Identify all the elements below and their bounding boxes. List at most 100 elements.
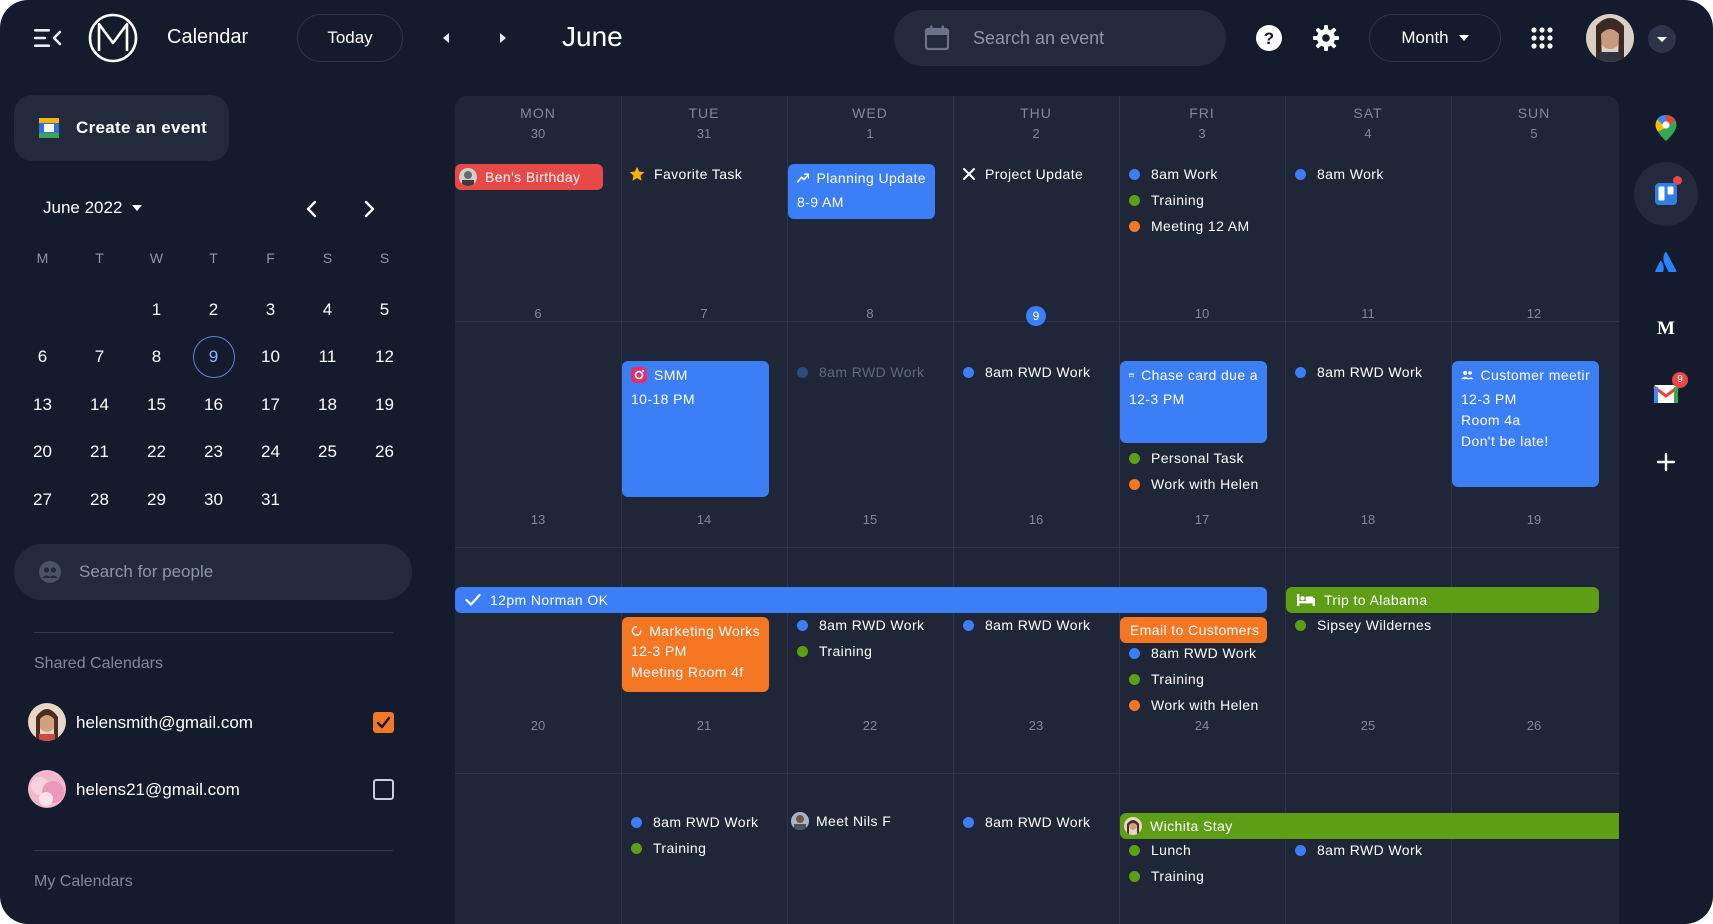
event-chip[interactable]: Wichita Stay	[1120, 813, 1619, 839]
event-item[interactable]: Training	[1129, 868, 1204, 884]
event-item[interactable]: 8am RWD Work	[963, 364, 1090, 380]
mini-calendar-day[interactable]: 29	[128, 476, 185, 524]
checkbox-checked[interactable]	[373, 712, 394, 733]
mini-calendar-day[interactable]: 31	[242, 476, 299, 524]
day-number[interactable]: 18	[1285, 512, 1451, 527]
day-number[interactable]: 9	[953, 306, 1119, 326]
previous-month-icon[interactable]	[437, 28, 455, 48]
mini-calendar-day[interactable]: 11	[299, 334, 356, 382]
day-number[interactable]: 19	[1451, 512, 1617, 527]
mini-calendar-day[interactable]: 22	[128, 429, 185, 477]
mini-calendar-day[interactable]: 24	[242, 429, 299, 477]
event-chip[interactable]: Trip to Alabama	[1286, 587, 1599, 613]
day-number[interactable]: 10	[1119, 306, 1285, 321]
day-number[interactable]: 17	[1119, 512, 1285, 527]
event-item[interactable]: 8am RWD Work	[963, 617, 1090, 633]
mini-calendar-prev-icon[interactable]	[302, 199, 322, 219]
day-number[interactable]: 24	[1119, 718, 1285, 733]
mini-calendar-day[interactable]: 17	[242, 381, 299, 429]
mini-calendar-day[interactable]: 28	[71, 476, 128, 524]
menu-collapse-icon[interactable]	[34, 26, 62, 50]
mini-calendar-day[interactable]: 15	[128, 381, 185, 429]
event-item[interactable]: 8am RWD Work	[631, 814, 758, 830]
day-number[interactable]: 2	[953, 126, 1119, 141]
event-item[interactable]: Meeting 12 AM	[1129, 218, 1250, 234]
people-search-input[interactable]: Search for people	[14, 544, 412, 600]
event-block[interactable]: SMM 10-18 PM	[622, 361, 769, 497]
event-search-input[interactable]: Search an event	[894, 10, 1226, 66]
mini-calendar-day[interactable]: 13	[14, 381, 71, 429]
day-number[interactable]: 8	[787, 306, 953, 321]
event-chip[interactable]: 12pm Norman OK	[455, 587, 1267, 613]
mini-calendar-day[interactable]: 14	[71, 381, 128, 429]
event-item[interactable]: 8am RWD Work	[797, 617, 924, 633]
mini-calendar-next-icon[interactable]	[359, 199, 379, 219]
day-number[interactable]: 14	[621, 512, 787, 527]
view-select[interactable]: Month	[1369, 14, 1501, 62]
day-number[interactable]: 3	[1119, 126, 1285, 141]
mini-calendar-day[interactable]: 7	[71, 334, 128, 382]
event-item[interactable]: Work with Helen	[1129, 476, 1259, 492]
event-item[interactable]: 8am Work	[1129, 166, 1218, 182]
next-month-icon[interactable]	[494, 28, 512, 48]
mini-calendar-day[interactable]: 20	[14, 429, 71, 477]
atlassian-app-button[interactable]	[1638, 234, 1694, 290]
mini-calendar-day[interactable]: 19	[356, 381, 413, 429]
mini-calendar-day[interactable]: 30	[185, 476, 242, 524]
event-block[interactable]: Chase card due a 12-3 PM	[1120, 361, 1267, 443]
account-menu-button[interactable]	[1648, 25, 1676, 53]
mini-calendar-day[interactable]: 1	[128, 286, 185, 334]
checkbox-unchecked[interactable]	[373, 779, 394, 800]
event-item[interactable]: 8am RWD Work	[1295, 842, 1422, 858]
mini-calendar-day[interactable]: 3	[242, 286, 299, 334]
mini-calendar-day[interactable]: 6	[14, 334, 71, 382]
day-number[interactable]: 31	[621, 126, 787, 141]
trello-app-button[interactable]	[1634, 162, 1698, 226]
user-avatar[interactable]	[1586, 14, 1634, 62]
day-number[interactable]: 7	[621, 306, 787, 321]
mini-calendar-day[interactable]: 18	[299, 381, 356, 429]
today-button[interactable]: Today	[297, 14, 403, 62]
shared-calendar-row[interactable]: helensmith@gmail.com	[28, 703, 398, 743]
event-item[interactable]: Training	[1129, 192, 1204, 208]
event-item[interactable]: Meet Nils F	[791, 812, 891, 830]
event-item[interactable]: Project Update	[962, 166, 1083, 182]
day-number[interactable]: 22	[787, 718, 953, 733]
mini-calendar-day[interactable]: 2	[185, 286, 242, 334]
mini-calendar-day[interactable]: 26	[356, 429, 413, 477]
event-block[interactable]: Customer meetir 12-3 PM Room 4a Don't be…	[1452, 361, 1599, 487]
day-number[interactable]: 6	[455, 306, 621, 321]
event-chip[interactable]: Ben's Birthday	[455, 164, 603, 190]
shared-calendar-row[interactable]: helens21@gmail.com	[28, 770, 398, 810]
event-item[interactable]: 8am RWD Work	[1129, 645, 1256, 661]
mini-calendar-day[interactable]: 12	[356, 334, 413, 382]
event-chip[interactable]: Email to Customers	[1120, 617, 1267, 643]
apps-grid-icon[interactable]	[1531, 27, 1553, 49]
mini-calendar-day[interactable]: 25	[299, 429, 356, 477]
day-number[interactable]: 1	[787, 126, 953, 141]
event-item[interactable]: Favorite Task	[629, 166, 742, 182]
day-number[interactable]: 11	[1285, 306, 1451, 321]
event-item[interactable]: Training	[1129, 671, 1204, 687]
day-number[interactable]: 26	[1451, 718, 1617, 733]
event-item[interactable]: 8am RWD Work	[797, 364, 924, 380]
day-number[interactable]: 23	[953, 718, 1119, 733]
day-number[interactable]: 4	[1285, 126, 1451, 141]
maps-app-button[interactable]	[1638, 100, 1694, 156]
medium-app-button[interactable]: M	[1638, 300, 1694, 356]
mini-calendar-day[interactable]: 23	[185, 429, 242, 477]
mini-calendar-day[interactable]: 8	[128, 334, 185, 382]
day-number[interactable]: 30	[455, 126, 621, 141]
event-item[interactable]: Personal Task	[1129, 450, 1244, 466]
event-item[interactable]: 8am RWD Work	[963, 814, 1090, 830]
mini-calendar-month-select[interactable]: June 2022	[43, 198, 143, 218]
mini-calendar-day[interactable]: 5	[356, 286, 413, 334]
event-item[interactable]: Training	[797, 643, 872, 659]
create-event-button[interactable]: Create an event	[14, 95, 229, 161]
day-number[interactable]: 15	[787, 512, 953, 527]
mini-calendar-day[interactable]: 9	[185, 334, 242, 382]
event-item[interactable]: Sipsey Wildernes	[1295, 617, 1445, 633]
mini-calendar-day[interactable]: 27	[14, 476, 71, 524]
event-item[interactable]: Lunch	[1129, 842, 1191, 858]
day-number[interactable]: 20	[455, 718, 621, 733]
